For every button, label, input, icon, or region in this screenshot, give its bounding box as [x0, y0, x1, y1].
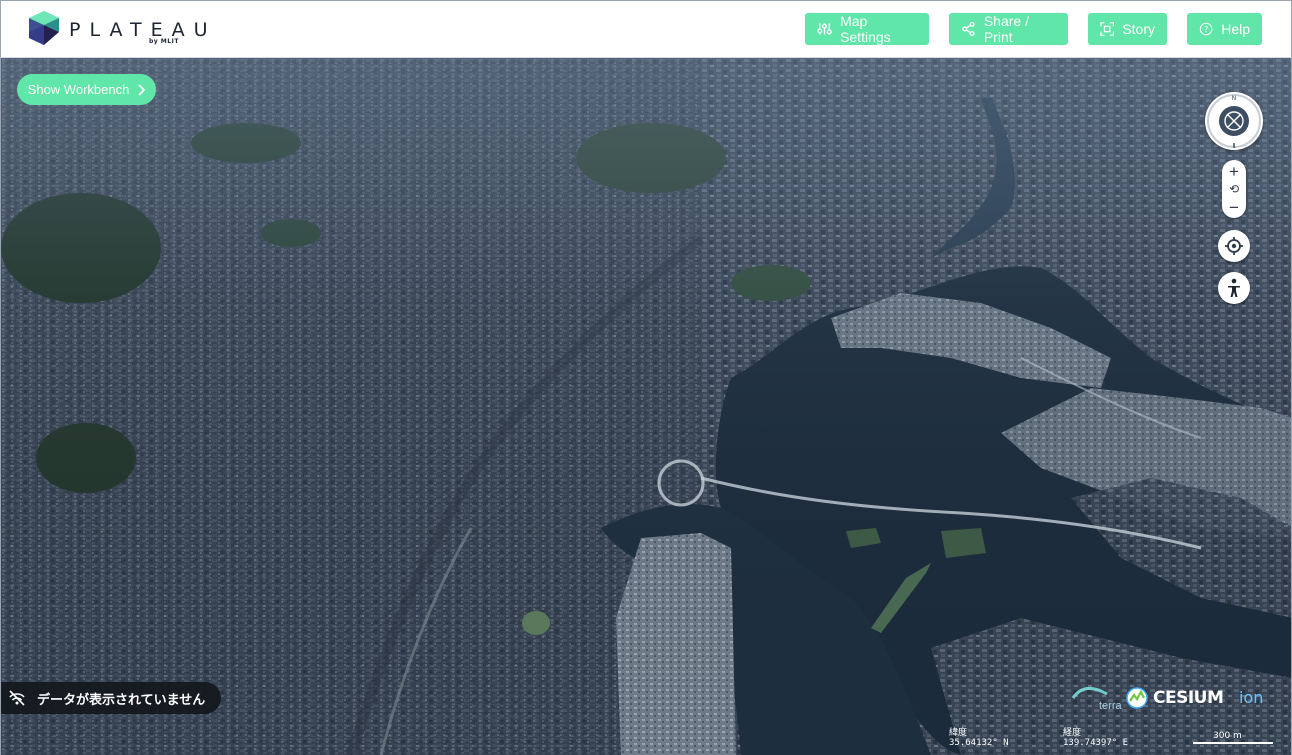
help-button[interactable]: ? Help [1187, 13, 1262, 45]
map-settings-label: Map Settings [840, 13, 891, 45]
share-print-label: Share / Print [983, 13, 1029, 45]
no-data-notice: データが表示されていません [1, 682, 221, 714]
share-print-button[interactable]: Share / Print [949, 13, 1068, 45]
chevron-right-icon [138, 83, 146, 96]
plateau-cube-icon [29, 11, 59, 45]
scale-label: 300 m [1213, 731, 1242, 741]
latitude-readout: 緯度 35.64132° N [949, 728, 1009, 748]
story-icon [1100, 22, 1115, 36]
longitude-readout: 経度 139.74397° E [1063, 728, 1128, 748]
logo-wordmark: PLATEAU [69, 19, 217, 41]
logo-subtitle: by MLIT [149, 38, 179, 45]
no-data-text: データが表示されていません [37, 691, 206, 707]
imagery-credits[interactable]: terra CESIUM ion [1061, 678, 1271, 718]
cesium-ion-label: ion [1239, 688, 1264, 707]
compass-icon: N [1207, 94, 1261, 148]
locate-icon [1225, 237, 1243, 255]
app-header: PLATEAU by MLIT Map Settings Share / Pri… [0, 0, 1292, 58]
zoom-in-button[interactable]: + [1222, 162, 1246, 180]
help-label: Help [1221, 21, 1250, 37]
sliders-icon [817, 23, 832, 35]
longitude-value: 139.74397° E [1063, 738, 1129, 748]
svg-text:?: ? [1204, 25, 1208, 34]
scale-bar [1193, 742, 1273, 744]
aerial-city-imagery[interactable] [1, 58, 1292, 755]
story-label: Story [1122, 21, 1155, 37]
show-workbench-label: Show Workbench [27, 82, 130, 97]
map-settings-button[interactable]: Map Settings [805, 13, 929, 45]
help-icon: ? [1199, 22, 1213, 36]
no-data-icon [9, 690, 25, 706]
distance-scale: 300 m [1193, 731, 1273, 747]
zoom-control-group: + ⟲ − [1222, 160, 1246, 218]
zoom-reset-button[interactable]: ⟲ [1222, 180, 1246, 198]
story-button[interactable]: Story [1088, 13, 1167, 45]
show-workbench-button[interactable]: Show Workbench [17, 74, 156, 105]
latitude-value: 35.64132° N [949, 738, 1009, 748]
longitude-label: 経度 [1063, 728, 1082, 738]
compass-north-label: N [1232, 95, 1237, 102]
cesium-credit-label: CESIUM [1153, 688, 1224, 708]
pedestrian-mode-button[interactable] [1218, 272, 1250, 304]
latitude-label: 緯度 [949, 728, 968, 738]
map-viewport[interactable]: Show Workbench N + ⟲ − データが表示されていません ter… [0, 58, 1292, 755]
compass-control[interactable]: N [1205, 92, 1263, 150]
plateau-logo[interactable]: PLATEAU by MLIT [29, 11, 208, 51]
terra-credit-label: terra [1099, 700, 1122, 712]
share-icon [962, 21, 975, 37]
cesium-logo-icon [1126, 687, 1148, 709]
my-location-button[interactable] [1218, 230, 1250, 262]
pedestrian-icon [1228, 278, 1240, 297]
zoom-out-button[interactable]: − [1222, 198, 1246, 216]
